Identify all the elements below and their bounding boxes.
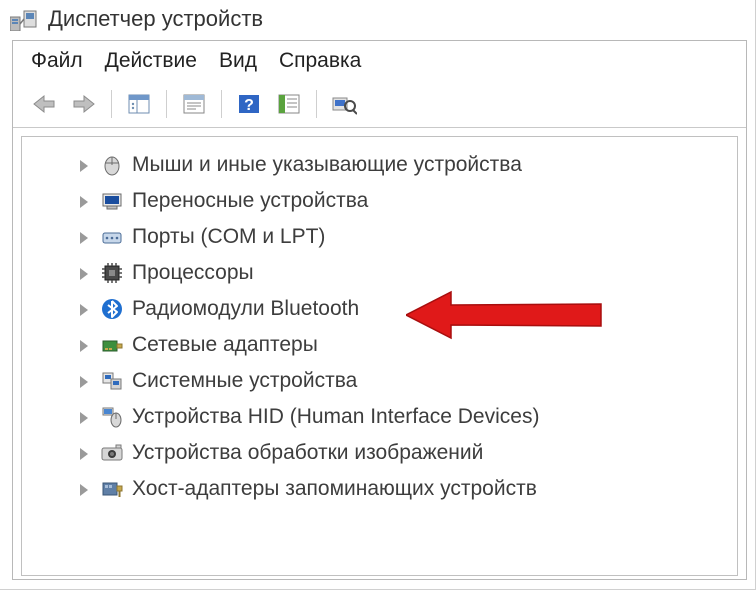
expand-icon[interactable] — [78, 230, 92, 244]
inner-frame: Файл Действие Вид Справка — [12, 40, 747, 580]
expand-icon[interactable] — [78, 266, 92, 280]
toolbar-back-button[interactable] — [27, 87, 61, 121]
ports-icon — [100, 225, 124, 249]
toolbar-properties-button[interactable] — [177, 87, 211, 121]
svg-text:?: ? — [244, 97, 254, 114]
expand-icon[interactable] — [78, 194, 92, 208]
tree-node-label: Хост-адаптеры запоминающих устройств — [132, 477, 537, 501]
tree-node-hid[interactable]: Устройства HID (Human Interface Devices) — [78, 399, 729, 435]
forward-arrow-icon — [72, 94, 96, 114]
expand-icon[interactable] — [78, 338, 92, 352]
storage-host-icon — [100, 477, 124, 501]
tree-node-bluetooth[interactable]: Радиомодули Bluetooth — [78, 291, 729, 327]
expand-icon[interactable] — [78, 446, 92, 460]
tree-node-label: Переносные устройства — [132, 189, 368, 213]
tree-node-label: Сетевые адаптеры — [132, 333, 318, 357]
menu-action[interactable]: Действие — [105, 49, 197, 73]
tree-node-imaging[interactable]: Устройства обработки изображений — [78, 435, 729, 471]
system-device-icon — [100, 369, 124, 393]
device-tree-panel: Мыши и иные указывающие устройства Перен… — [21, 136, 738, 576]
toolbar-show-hidden-button[interactable] — [122, 87, 156, 121]
back-arrow-icon — [32, 94, 56, 114]
toolbar-help-button[interactable]: ? — [232, 87, 266, 121]
scan-hardware-icon — [331, 93, 357, 115]
tree-node-label: Устройства обработки изображений — [132, 441, 483, 465]
device-tree: Мыши и иные указывающие устройства Перен… — [30, 147, 729, 507]
device-manager-window: Диспетчер устройств Файл Действие Вид Сп… — [0, 0, 756, 590]
properties-icon — [182, 93, 206, 115]
toolbar-details-button[interactable] — [272, 87, 306, 121]
bluetooth-icon — [100, 297, 124, 321]
toolbar-scan-button[interactable] — [327, 87, 361, 121]
menu-file[interactable]: Файл — [31, 49, 83, 73]
expand-icon[interactable] — [78, 410, 92, 424]
tree-node-portable-devices[interactable]: Переносные устройства — [78, 183, 729, 219]
tree-node-label: Порты (COM и LPT) — [132, 225, 325, 249]
tree-node-system-devices[interactable]: Системные устройства — [78, 363, 729, 399]
toolbar-separator — [221, 90, 222, 118]
expand-icon[interactable] — [78, 482, 92, 496]
menu-view[interactable]: Вид — [219, 49, 257, 73]
network-adapter-icon — [100, 333, 124, 357]
tree-node-ports[interactable]: Порты (COM и LPT) — [78, 219, 729, 255]
imaging-icon — [100, 441, 124, 465]
toolbar-forward-button[interactable] — [67, 87, 101, 121]
tree-node-network-adapters[interactable]: Сетевые адаптеры — [78, 327, 729, 363]
cpu-icon — [100, 261, 124, 285]
tree-node-label: Радиомодули Bluetooth — [132, 297, 359, 321]
toolbar-separator — [166, 90, 167, 118]
tree-node-storage-hosts[interactable]: Хост-адаптеры запоминающих устройств — [78, 471, 729, 507]
tree-node-label: Устройства HID (Human Interface Devices) — [132, 405, 539, 429]
tree-node-label: Процессоры — [132, 261, 254, 285]
toolbar: ? — [13, 85, 746, 128]
tree-node-label: Системные устройства — [132, 369, 357, 393]
tree-node-mice[interactable]: Мыши и иные указывающие устройства — [78, 147, 729, 183]
toolbar-separator — [316, 90, 317, 118]
mouse-icon — [100, 153, 124, 177]
menu-help[interactable]: Справка — [279, 49, 361, 73]
expand-icon[interactable] — [78, 374, 92, 388]
portable-device-icon — [100, 189, 124, 213]
device-manager-app-icon — [10, 7, 38, 31]
details-icon — [277, 93, 301, 115]
tree-node-label: Мыши и иные указывающие устройства — [132, 153, 522, 177]
menubar: Файл Действие Вид Справка — [13, 41, 746, 85]
help-icon: ? — [237, 93, 261, 115]
expand-icon[interactable] — [78, 158, 92, 172]
window-title: Диспетчер устройств — [48, 6, 263, 32]
toolbar-separator — [111, 90, 112, 118]
tree-node-processors[interactable]: Процессоры — [78, 255, 729, 291]
titlebar: Диспетчер устройств — [0, 0, 755, 40]
show-hidden-icon — [127, 93, 151, 115]
hid-icon — [100, 405, 124, 429]
expand-icon[interactable] — [78, 302, 92, 316]
